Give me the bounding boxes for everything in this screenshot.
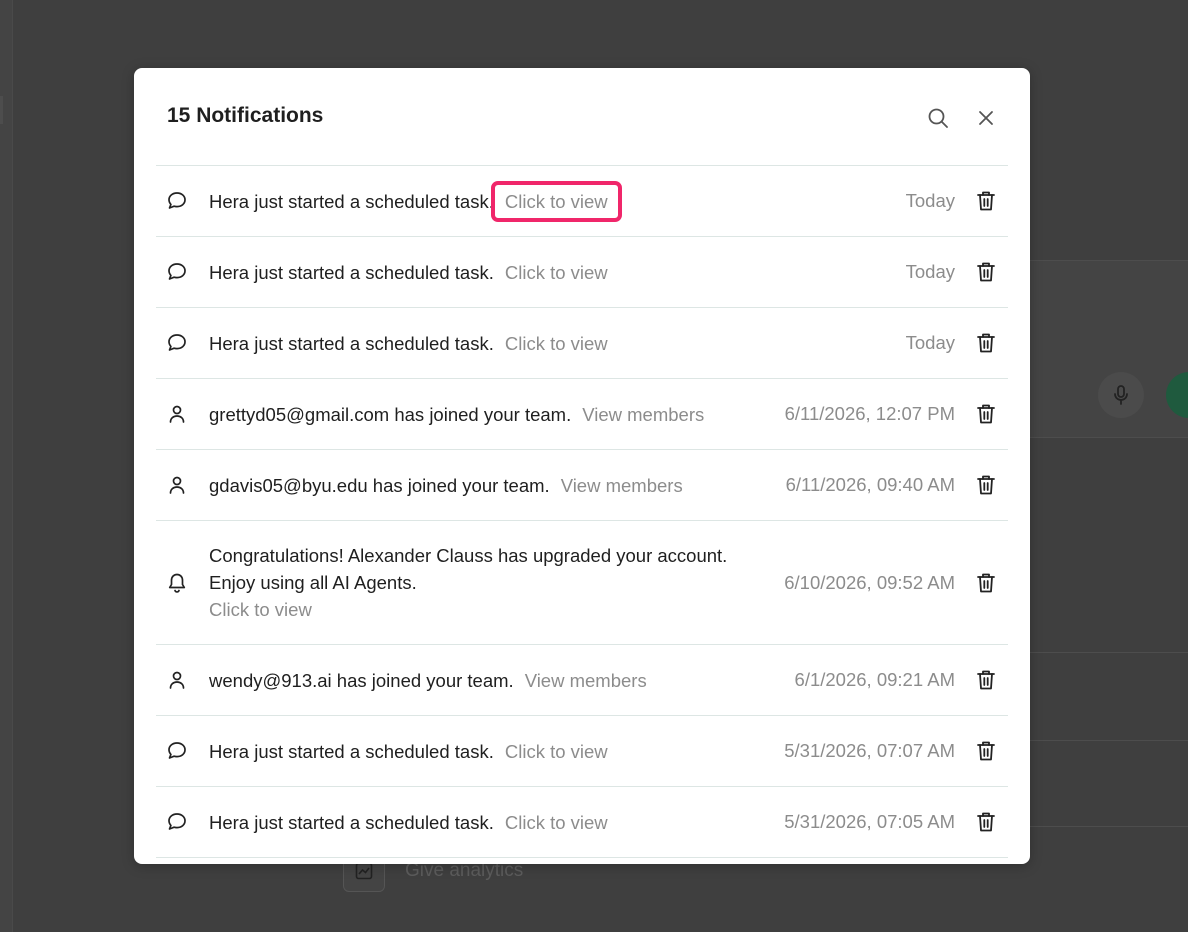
trash-icon bbox=[976, 190, 996, 212]
notification-text: wendy@913.ai has joined your team. bbox=[209, 669, 514, 691]
microphone-icon bbox=[1114, 385, 1128, 405]
notifications-list: Hera just started a scheduled task. Click… bbox=[156, 165, 1008, 858]
notification-date: 5/31/2026, 07:05 AM bbox=[784, 811, 955, 832]
notification-message: Hera just started a scheduled task. Click… bbox=[209, 259, 608, 286]
notification-row[interactable]: Hera just started a scheduled task. Click… bbox=[156, 166, 1008, 237]
notification-date: 5/31/2026, 07:07 AM bbox=[784, 740, 955, 761]
notification-date: 6/11/2026, 12:07 PM bbox=[784, 403, 955, 424]
search-icon bbox=[928, 108, 948, 128]
notification-message: Hera just started a scheduled task. Click… bbox=[209, 738, 608, 765]
background-divider bbox=[1030, 740, 1188, 741]
notification-text: Congratulations! Alexander Clauss has up… bbox=[209, 545, 728, 593]
delete-notification-button[interactable] bbox=[975, 572, 997, 594]
notification-text: Hera just started a scheduled task. bbox=[209, 190, 494, 212]
background-divider bbox=[1030, 652, 1188, 653]
trash-icon bbox=[976, 403, 996, 425]
notification-link[interactable]: Click to view bbox=[505, 333, 608, 354]
notification-row[interactable]: gdavis05@byu.edu has joined your team. Vi… bbox=[156, 450, 1008, 521]
notification-date: 6/10/2026, 09:52 AM bbox=[784, 571, 955, 593]
close-button[interactable] bbox=[973, 105, 999, 131]
notification-message: grettyd05@gmail.com has joined your team… bbox=[209, 401, 704, 428]
modal-title: 15 Notifications bbox=[167, 104, 324, 127]
user-icon bbox=[166, 403, 188, 425]
chat-bubble-icon bbox=[166, 740, 188, 762]
notification-row[interactable]: Congratulations! Alexander Clauss has up… bbox=[156, 521, 1008, 645]
trash-icon bbox=[976, 474, 996, 496]
trash-icon bbox=[976, 740, 996, 762]
bell-icon bbox=[166, 572, 188, 594]
notification-message: gdavis05@byu.edu has joined your team. Vi… bbox=[209, 472, 683, 499]
notification-text: grettyd05@gmail.com has joined your team… bbox=[209, 403, 572, 425]
notification-row[interactable]: Hera just started a scheduled task. Click… bbox=[156, 716, 1008, 787]
notification-text: Hera just started a scheduled task. bbox=[209, 740, 494, 762]
chat-bubble-icon bbox=[166, 811, 188, 833]
notification-link[interactable]: View members bbox=[525, 670, 647, 691]
microphone-button[interactable] bbox=[1098, 372, 1144, 418]
notification-date: Today bbox=[905, 190, 955, 211]
chat-bubble-icon bbox=[166, 190, 188, 212]
delete-notification-button[interactable] bbox=[975, 190, 997, 212]
notification-link[interactable]: Click to view bbox=[505, 741, 608, 762]
user-icon bbox=[166, 669, 188, 691]
background-divider bbox=[1030, 826, 1188, 827]
trash-icon bbox=[976, 261, 996, 283]
notification-date: Today bbox=[905, 332, 955, 353]
notification-date: 6/11/2026, 09:40 AM bbox=[785, 474, 955, 495]
chat-bubble-icon bbox=[166, 261, 188, 283]
user-icon bbox=[166, 474, 188, 496]
delete-notification-button[interactable] bbox=[975, 403, 997, 425]
notification-link[interactable]: View members bbox=[582, 404, 704, 425]
notification-link[interactable]: View members bbox=[561, 475, 683, 496]
notification-message: Congratulations! Alexander Clauss has up… bbox=[209, 542, 729, 623]
delete-notification-button[interactable] bbox=[975, 261, 997, 283]
notification-row[interactable]: wendy@913.ai has joined your team. View m… bbox=[156, 645, 1008, 716]
notification-text: Hera just started a scheduled task. bbox=[209, 261, 494, 283]
delete-notification-button[interactable] bbox=[975, 811, 997, 833]
notification-message: Hera just started a scheduled task. Click… bbox=[209, 809, 608, 836]
trash-icon bbox=[976, 811, 996, 833]
trash-icon bbox=[976, 669, 996, 691]
background-sidebar bbox=[0, 0, 13, 932]
chat-bubble-icon bbox=[166, 332, 188, 354]
notification-link[interactable]: Click to view bbox=[505, 812, 608, 833]
delete-notification-button[interactable] bbox=[975, 332, 997, 354]
trash-icon bbox=[976, 572, 996, 594]
notification-row[interactable]: Hera just started a scheduled task. Click… bbox=[156, 308, 1008, 379]
trash-icon bbox=[976, 332, 996, 354]
notification-message: wendy@913.ai has joined your team. View m… bbox=[209, 667, 647, 694]
modal-header: 15 Notifications bbox=[134, 68, 1030, 165]
notification-date: 6/1/2026, 09:21 AM bbox=[794, 669, 955, 690]
notification-message: Hera just started a scheduled task. Click… bbox=[209, 330, 608, 357]
search-button[interactable] bbox=[925, 105, 951, 131]
close-icon bbox=[979, 111, 993, 125]
notification-message: Hera just started a scheduled task. Click… bbox=[209, 180, 622, 222]
background-sidebar-notch bbox=[0, 96, 3, 124]
notification-link[interactable]: Click to view bbox=[209, 596, 729, 623]
notification-text: gdavis05@byu.edu has joined your team. bbox=[209, 474, 550, 496]
notification-date: Today bbox=[905, 261, 955, 282]
delete-notification-button[interactable] bbox=[975, 740, 997, 762]
delete-notification-button[interactable] bbox=[975, 669, 997, 691]
notification-link[interactable]: Click to view bbox=[490, 180, 622, 222]
notification-row[interactable]: Hera just started a scheduled task. Click… bbox=[156, 237, 1008, 308]
notifications-modal: 15 Notifications Hera just started a sch… bbox=[134, 68, 1030, 864]
delete-notification-button[interactable] bbox=[975, 474, 997, 496]
notification-row[interactable]: Hera just started a scheduled task. Click… bbox=[156, 787, 1008, 858]
notification-text: Hera just started a scheduled task. bbox=[209, 332, 494, 354]
notification-link[interactable]: Click to view bbox=[505, 262, 608, 283]
notification-text: Hera just started a scheduled task. bbox=[209, 811, 494, 833]
notification-row[interactable]: grettyd05@gmail.com has joined your team… bbox=[156, 379, 1008, 450]
